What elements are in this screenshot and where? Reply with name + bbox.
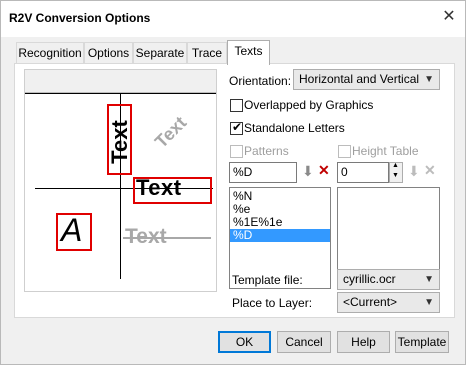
template-button[interactable]: Template xyxy=(395,331,449,353)
cancel-button[interactable]: Cancel xyxy=(277,331,331,353)
pattern-item-selected[interactable]: %D xyxy=(230,229,330,242)
spin-up-icon[interactable]: ▲ xyxy=(392,162,399,169)
place-to-layer-select[interactable]: <Current> ▼ xyxy=(337,292,440,313)
template-file-label: Template file: xyxy=(232,273,303,287)
delete-icon[interactable]: ✕ xyxy=(318,162,330,179)
chevron-down-icon: ▼ xyxy=(424,74,434,85)
horizontal-text: Text xyxy=(136,175,182,200)
tab-trace[interactable]: Trace xyxy=(187,42,227,64)
checkmark-icon: ✔ xyxy=(232,120,243,134)
patterns-label: Patterns xyxy=(244,144,289,158)
height-spinner[interactable]: ▲ ▼ xyxy=(389,162,403,183)
orientation-label: Orientation: xyxy=(229,74,292,88)
place-to-layer-label: Place to Layer: xyxy=(232,296,313,310)
overlapped-label[interactable]: Overlapped by Graphics xyxy=(244,98,373,112)
pattern-input[interactable]: %D xyxy=(229,162,297,183)
chevron-down-icon: ▼ xyxy=(424,297,434,308)
height-input[interactable]: 0 xyxy=(337,162,389,183)
template-file-value: cyrillic.ocr xyxy=(343,272,396,286)
arrow-down-icon[interactable]: ⬇ xyxy=(302,163,314,180)
title-bar: R2V Conversion Options ✕ xyxy=(1,1,465,37)
overlapped-checkbox[interactable] xyxy=(230,99,243,112)
ok-button[interactable]: OK xyxy=(218,331,271,353)
help-button[interactable]: Help xyxy=(337,331,390,353)
height-delete-icon[interactable]: ✕ xyxy=(424,162,436,179)
tab-options[interactable]: Options xyxy=(84,42,133,64)
spin-down-icon[interactable]: ▼ xyxy=(392,172,399,179)
height-table-label: Height Table xyxy=(352,144,419,158)
tab-texts[interactable]: Texts xyxy=(227,40,270,65)
strike-line xyxy=(123,237,211,239)
preview-header xyxy=(25,70,216,93)
vertical-text-holder: Text xyxy=(105,120,135,164)
patterns-checkbox[interactable] xyxy=(230,145,243,158)
standalone-checkbox[interactable]: ✔ xyxy=(230,120,243,135)
template-file-select[interactable]: cyrillic.ocr ▼ xyxy=(337,269,440,290)
height-arrow-down-icon[interactable]: ⬇ xyxy=(408,163,420,180)
tab-separate[interactable]: Separate xyxy=(133,42,187,64)
orientation-select[interactable]: Horizontal and Vertical ▼ xyxy=(293,69,440,90)
tab-recognition[interactable]: Recognition xyxy=(16,42,84,64)
dialog-window: R2V Conversion Options ✕ Recognition Opt… xyxy=(0,0,466,365)
vertical-text: Text xyxy=(107,120,132,164)
window-title: R2V Conversion Options xyxy=(9,11,151,25)
chevron-down-icon: ▼ xyxy=(424,274,434,285)
orientation-value: Horizontal and Vertical xyxy=(299,72,420,86)
standalone-label[interactable]: Standalone Letters xyxy=(244,121,345,135)
place-to-layer-value: <Current> xyxy=(343,295,398,309)
close-icon[interactable]: ✕ xyxy=(439,7,459,27)
letter-a: A xyxy=(61,212,83,248)
height-table-checkbox[interactable] xyxy=(338,145,351,158)
